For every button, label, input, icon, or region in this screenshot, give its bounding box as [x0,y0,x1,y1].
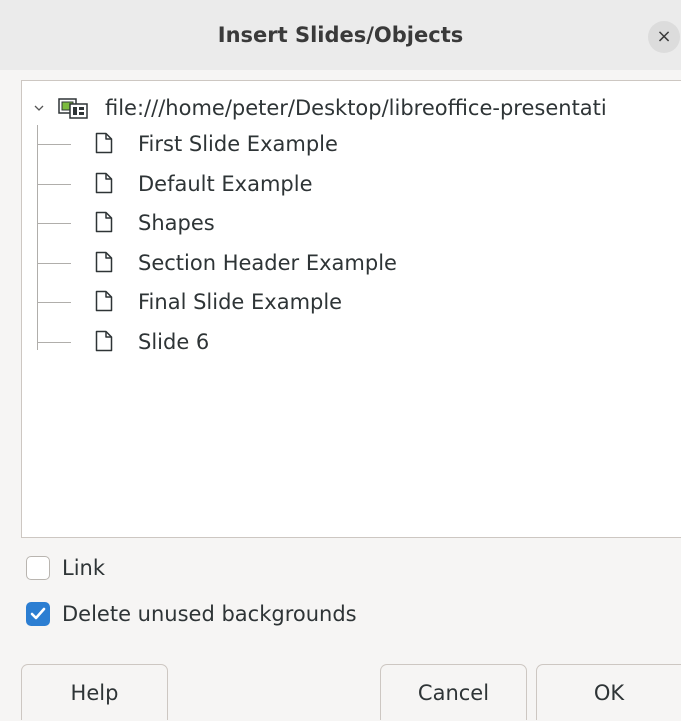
link-label: Link [62,556,106,580]
tree-root-label: file:///home/peter/Desktop/libreoffice-p… [105,96,607,120]
tree-item-label: Final Slide Example [138,290,343,314]
tree-item-label: Slide 6 [138,330,210,354]
tree-item-label: Section Header Example [138,251,397,275]
tree-item-slide[interactable]: First Slide Example [22,131,662,157]
page-icon [95,211,113,233]
tree-item-label: Default Example [138,172,313,196]
dialog-title: Insert Slides/Objects [217,23,464,47]
presentation-file-icon [58,98,88,119]
tree-branch [37,223,71,224]
tree-item-slide[interactable]: Default Example [22,171,662,197]
tree-branch [37,342,71,343]
tree-item-label: Shapes [138,211,215,235]
tree-item-slide[interactable]: Shapes [22,210,662,236]
link-option[interactable]: Link [26,555,526,581]
tree-item-slide[interactable]: Final Slide Example [22,289,662,315]
tree-item-slide[interactable]: Section Header Example [22,250,662,276]
close-button[interactable]: × [648,21,680,53]
tree-branch [37,263,71,264]
tree-item-slide[interactable]: Slide 6 [22,329,662,355]
page-icon [95,251,113,273]
tree-item-label: First Slide Example [138,132,338,156]
help-button[interactable]: Help [21,664,168,720]
page-icon [95,330,113,352]
ok-button[interactable]: OK [536,664,681,720]
chevron-down-icon[interactable] [34,103,44,113]
delete-unused-backgrounds-option[interactable]: Delete unused backgrounds [26,601,526,627]
delete-unused-backgrounds-checkbox[interactable] [26,602,50,626]
delete-unused-backgrounds-label: Delete unused backgrounds [62,602,357,626]
cancel-button[interactable]: Cancel [380,664,527,720]
tree-branch [37,302,71,303]
page-icon [95,290,113,312]
link-checkbox[interactable] [26,556,50,580]
tree-connector-line [37,125,38,350]
tree-root-item[interactable]: file:///home/peter/Desktop/libreoffice-p… [22,95,681,121]
tree-branch [37,144,71,145]
page-icon [95,172,113,194]
checkmark-icon [30,607,46,620]
close-icon: × [656,26,672,47]
slides-tree[interactable]: file:///home/peter/Desktop/libreoffice-p… [21,80,681,538]
page-icon [95,132,113,154]
tree-branch [37,184,71,185]
